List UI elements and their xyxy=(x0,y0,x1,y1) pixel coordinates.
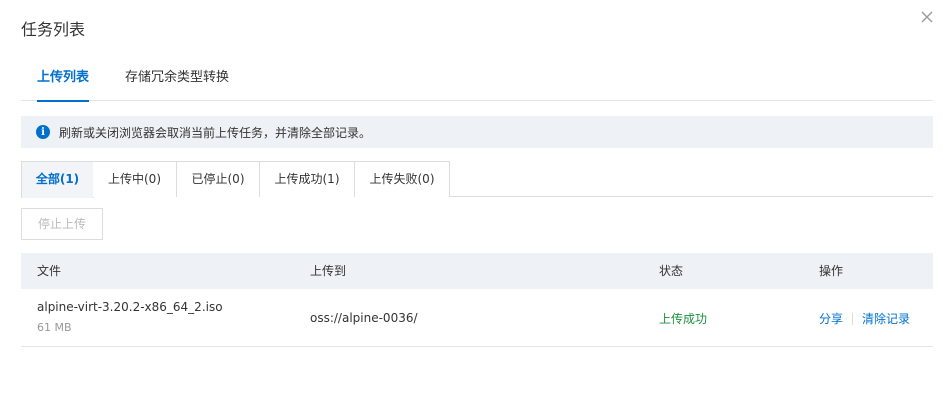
column-header-actions: 操作 xyxy=(819,264,844,278)
clear-record-link[interactable]: 清除记录 xyxy=(862,310,910,327)
tab-upload-list[interactable]: 上传列表 xyxy=(37,62,90,102)
table-header: 文件 上传到 状态 操作 xyxy=(21,253,933,289)
column-header-file: 文件 xyxy=(37,264,62,278)
status-filter-bar: 全部(1) 上传中(0) 已停止(0) 上传成功(1) 上传失败(0) xyxy=(21,161,933,198)
file-size: 61 MB xyxy=(37,321,72,334)
notice-banner: i 刷新或关闭浏览器会取消当前上传任务，并清除全部记录。 xyxy=(21,116,933,148)
tab-bar: 上传列表 存储冗余类型转换 xyxy=(21,62,933,102)
stop-upload-button[interactable]: 停止上传 xyxy=(21,208,103,240)
close-icon[interactable] xyxy=(920,10,934,24)
share-link[interactable]: 分享 xyxy=(819,310,843,327)
info-icon: i xyxy=(36,125,50,139)
filter-stopped[interactable]: 已停止(0) xyxy=(177,161,260,197)
column-header-status: 状态 xyxy=(659,264,684,278)
tab-storage-redundancy-conversion[interactable]: 存储冗余类型转换 xyxy=(125,62,229,101)
action-divider xyxy=(852,312,854,325)
filter-succeeded[interactable]: 上传成功(1) xyxy=(260,161,355,197)
filter-failed[interactable]: 上传失败(0) xyxy=(355,161,450,197)
filter-uploading[interactable]: 上传中(0) xyxy=(93,161,177,197)
column-header-destination: 上传到 xyxy=(310,264,347,278)
status-badge: 上传成功 xyxy=(659,312,708,326)
notice-text: 刷新或关闭浏览器会取消当前上传任务，并清除全部记录。 xyxy=(59,125,372,140)
filter-all[interactable]: 全部(1) xyxy=(21,161,94,198)
file-name: alpine-virt-3.20.2-x86_64_2.iso xyxy=(37,300,223,314)
upload-destination: oss://alpine-0036/ xyxy=(310,311,418,325)
table-row: alpine-virt-3.20.2-x86_64_2.iso 61 MB os… xyxy=(21,289,933,347)
row-actions: 分享 清除记录 xyxy=(819,310,910,327)
dialog-title: 任务列表 xyxy=(21,20,86,39)
